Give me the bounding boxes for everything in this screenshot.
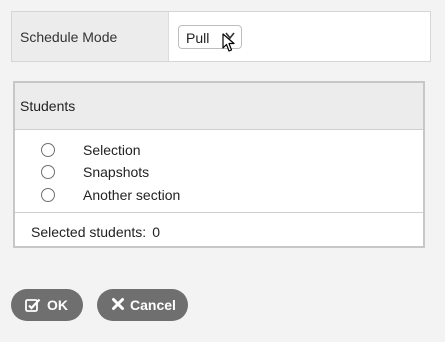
schedule-mode-value: Pull [186,30,210,46]
radio-button[interactable] [41,143,55,157]
schedule-mode-row: Schedule Mode Pull [11,11,431,62]
mouse-pointer-icon [222,33,236,56]
divider [15,212,423,213]
close-icon [111,297,125,314]
radio-option-label: Another section [83,187,181,203]
checkbox-edit-icon [25,297,41,315]
students-title: Students [20,98,76,114]
radio-button[interactable] [41,165,55,179]
radio-option-label: Snapshots [83,164,150,180]
cancel-button-label: Cancel [130,297,176,313]
radio-button[interactable] [41,188,55,202]
students-panel: Students Selection Snapshots Another sec… [13,81,425,248]
cancel-button[interactable]: Cancel [97,289,188,321]
selected-students-label: Selected students: [31,224,147,240]
schedule-mode-label: Schedule Mode [20,29,118,45]
radio-option-label: Selection [83,142,141,158]
selected-students-summary: Selected students: 0 [31,224,160,240]
selected-students-count: 0 [152,224,160,240]
schedule-mode-label-cell: Schedule Mode [12,12,169,61]
ok-button-label: OK [47,297,68,313]
ok-button[interactable]: OK [11,289,83,321]
students-panel-header: Students [15,83,423,130]
